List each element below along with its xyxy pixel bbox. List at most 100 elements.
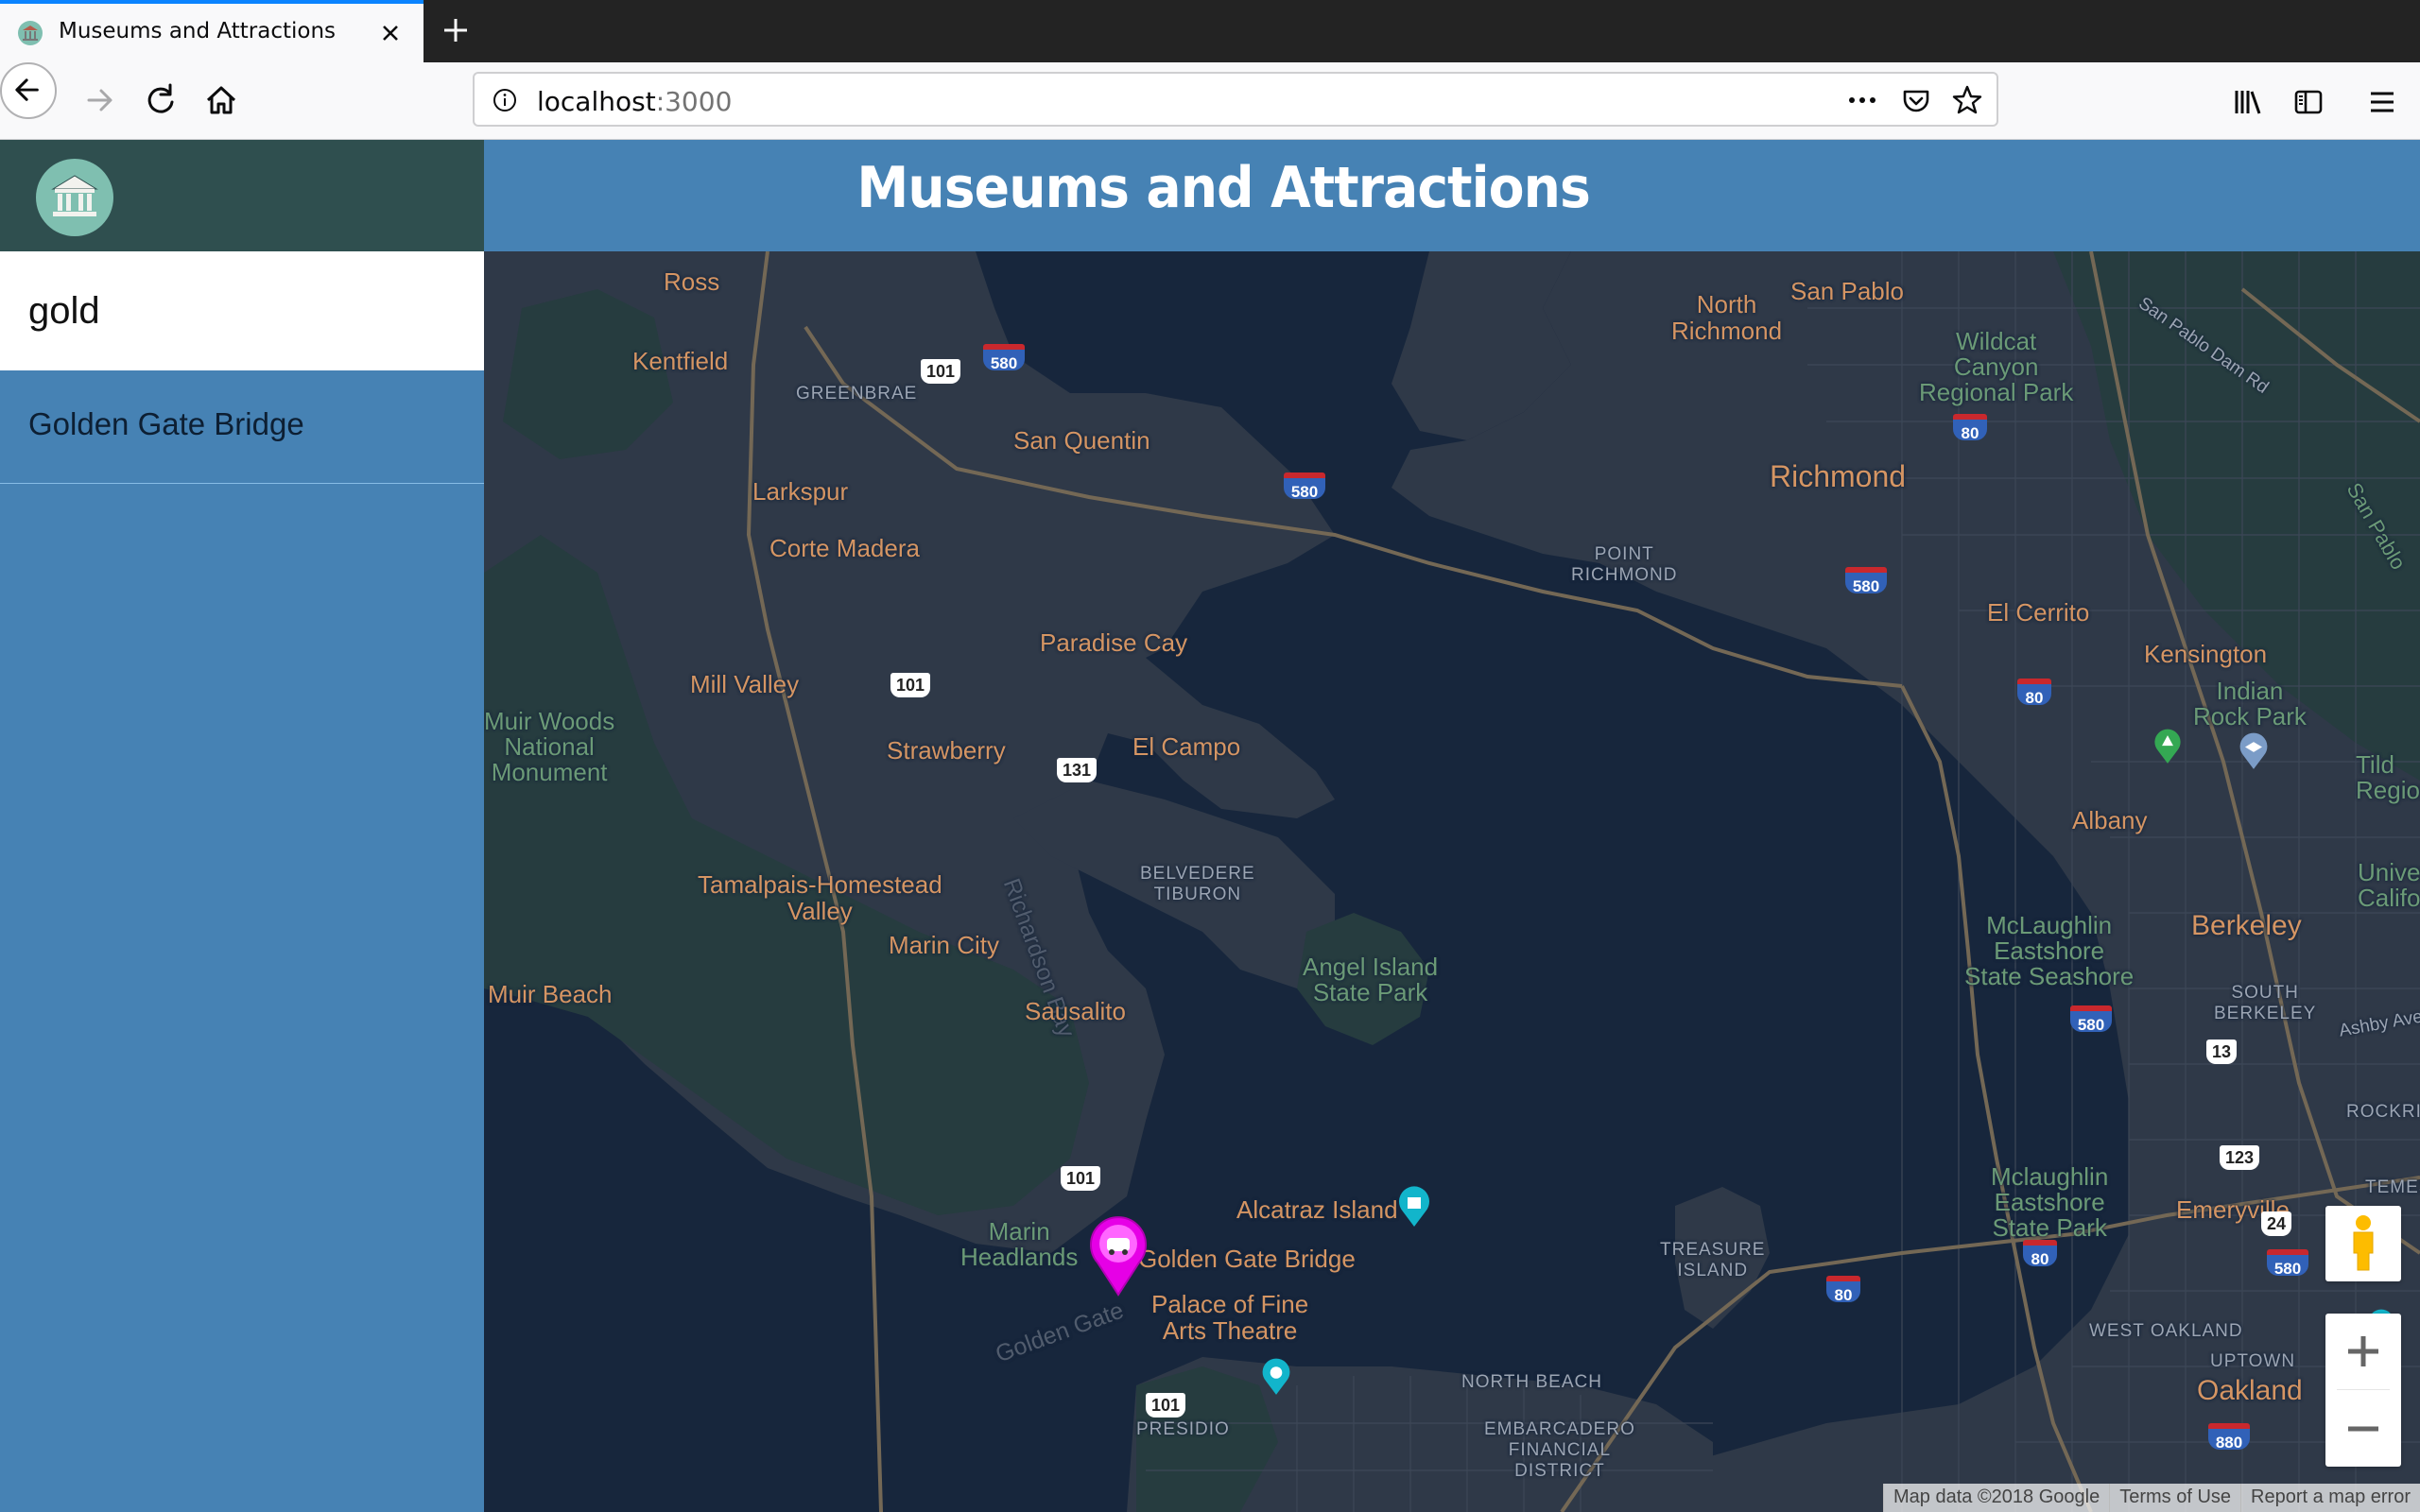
us101-shield: 101: [890, 673, 931, 697]
i880-shield: 880: [2208, 1423, 2250, 1452]
place-university-california: Univers Califo: [2358, 858, 2420, 912]
browser-tab[interactable]: Museums and Attractions: [0, 0, 424, 62]
terms-of-use-link[interactable]: Terms of Use: [2109, 1484, 2241, 1512]
place-strawberry: Strawberry: [887, 736, 1006, 765]
zoom-out-minus-icon[interactable]: [2325, 1391, 2401, 1467]
ca131-shield: 131: [1057, 758, 1098, 782]
selected-location-marker-icon[interactable]: [1089, 1215, 1148, 1297]
i80-shield: 80: [1953, 414, 1987, 442]
browser-tab-strip: Museums and Attractions: [0, 0, 2420, 62]
forward-arrow-icon[interactable]: [76, 76, 125, 125]
side-panel: Golden Gate Bridge: [0, 140, 484, 1512]
url-port: :3000: [655, 86, 733, 117]
place-el-cerrito: El Cerrito: [1987, 598, 2090, 627]
area-embarcadero: EMBARCADERO FINANCIAL DISTRICT: [1484, 1419, 1635, 1481]
area-treasure-island: TREASURE ISLAND: [1660, 1240, 1766, 1280]
park-wildcat-canyon: Wildcat Canyon Regional Park: [1919, 327, 2074, 406]
close-tab-icon[interactable]: [374, 17, 406, 49]
ca123-shield: 123: [2220, 1145, 2260, 1170]
new-tab-plus-icon[interactable]: [437, 11, 475, 49]
url-host: localhost: [537, 86, 656, 117]
i80-shield: 80: [1826, 1276, 1860, 1304]
place-tamalpais-homestead: Tamalpais-Homestead Valley: [698, 870, 942, 925]
side-panel-header: [0, 140, 484, 251]
park-mclaughlin-state-park: Mclaughlin Eastshore State Park: [1991, 1162, 2109, 1242]
place-paradise-cay: Paradise Cay: [1040, 628, 1188, 657]
place-richmond: Richmond: [1770, 459, 1907, 493]
i580-shield: 580: [2267, 1249, 2308, 1278]
bookmark-star-icon[interactable]: [1951, 84, 1983, 116]
i580-shield: 580: [983, 344, 1025, 372]
park-indian-rock: Indian Rock Park: [2193, 677, 2307, 730]
ca24-shield: 24: [2261, 1211, 2292, 1236]
palace-fine-arts-poi-icon[interactable]: [1259, 1357, 1293, 1397]
area-presidio: PRESIDIO: [1136, 1419, 1230, 1439]
museum-building-icon: [51, 175, 98, 216]
pocket-icon[interactable]: [1900, 85, 1932, 117]
tab-title: Museums and Attractions: [59, 19, 337, 43]
url-text[interactable]: localhost:3000: [537, 86, 732, 117]
library-icon[interactable]: [2231, 85, 2265, 119]
area-belvedere-tiburon: BELVEDERE TIBURON: [1140, 864, 1255, 904]
address-bar[interactable]: localhost:3000: [473, 72, 1998, 127]
place-mill-valley: Mill Valley: [690, 670, 800, 698]
pegman-icon: [2353, 1215, 2374, 1271]
i80-shield: 80: [2023, 1240, 2057, 1268]
place-muir-beach: Muir Beach: [488, 980, 613, 1008]
zoom-divider: [2337, 1389, 2390, 1390]
park-tree-icon[interactable]: [2152, 728, 2184, 765]
info-icon[interactable]: [492, 87, 518, 113]
app-header: Museums and Attractions: [484, 140, 2420, 251]
university-poi-icon[interactable]: [2237, 731, 2271, 771]
area-temescal: TEMES: [2365, 1177, 2420, 1197]
hamburger-menu-icon[interactable]: [2365, 85, 2399, 119]
place-albany: Albany: [2072, 806, 2148, 834]
place-el-campo: El Campo: [1132, 732, 1241, 761]
map[interactable]: Ross Kentfield GREENBRAE San Quentin Lar…: [484, 251, 2420, 1512]
area-west-oakland: WEST OAKLAND: [2089, 1321, 2243, 1341]
street-view-pegman-button[interactable]: [2325, 1206, 2401, 1281]
place-kentfield: Kentfield: [632, 347, 729, 375]
i580-shield: 580: [1845, 567, 1887, 595]
back-button[interactable]: [0, 62, 57, 119]
park-angel-island: Angel Island State Park: [1303, 953, 1439, 1006]
list-item[interactable]: Golden Gate Bridge: [0, 370, 484, 484]
search-input[interactable]: [0, 251, 484, 370]
result-label: Golden Gate Bridge: [28, 406, 304, 441]
sidebar-toggle-icon[interactable]: [2291, 85, 2325, 119]
park-mclaughlin-eastshore: McLaughlin Eastshore State Seashore: [1964, 911, 2135, 990]
park-muir-woods: Muir Woods National Monument: [484, 707, 615, 786]
poi-golden-gate-bridge: Golden Gate Bridge: [1138, 1245, 1356, 1273]
reload-icon[interactable]: [136, 76, 185, 125]
area-uptown: UPTOWN: [2210, 1351, 2296, 1371]
area-north-beach: NORTH BEACH: [1461, 1372, 1602, 1392]
map-data-attribution: Map data ©2018 Google: [1882, 1484, 2110, 1512]
place-north-richmond: North Richmond: [1671, 290, 1783, 345]
place-ross: Ross: [664, 267, 720, 296]
zoom-in-plus-icon[interactable]: [2325, 1314, 2401, 1389]
i580-shield: 580: [1284, 472, 1325, 501]
alcatraz-poi-icon[interactable]: [1395, 1185, 1433, 1228]
park-marin-headlands: Marin Headlands: [960, 1217, 1079, 1271]
place-kensington: Kensington: [2144, 640, 2268, 668]
results-list: Golden Gate Bridge: [0, 370, 484, 484]
back-arrow-icon: [15, 78, 39, 101]
poi-alcatraz-island: Alcatraz Island: [1236, 1195, 1398, 1224]
place-sausalito: Sausalito: [1025, 997, 1126, 1025]
report-map-error-link[interactable]: Report a map error: [2240, 1484, 2420, 1512]
page-actions-more-icon[interactable]: [1845, 87, 1879, 113]
zoom-control: [2325, 1314, 2401, 1467]
navigation-toolbar: localhost:3000: [0, 62, 2420, 140]
ca13-shield: 13: [2206, 1040, 2238, 1064]
park-tilden: Tild Regiona: [2356, 750, 2420, 804]
museum-logo: [36, 159, 113, 236]
area-point-richmond: POINT RICHMOND: [1571, 544, 1678, 585]
i80-shield: 80: [2017, 679, 2051, 707]
museum-favicon-icon: [18, 21, 43, 45]
area-south-berkeley: SOUTH BERKELEY: [2214, 983, 2317, 1023]
place-oakland: Oakland: [2197, 1375, 2303, 1406]
us101-shield: 101: [1146, 1393, 1186, 1418]
page-title: Museums and Attractions: [856, 155, 1591, 221]
home-icon[interactable]: [197, 76, 246, 125]
place-san-quentin: San Quentin: [1013, 426, 1150, 455]
